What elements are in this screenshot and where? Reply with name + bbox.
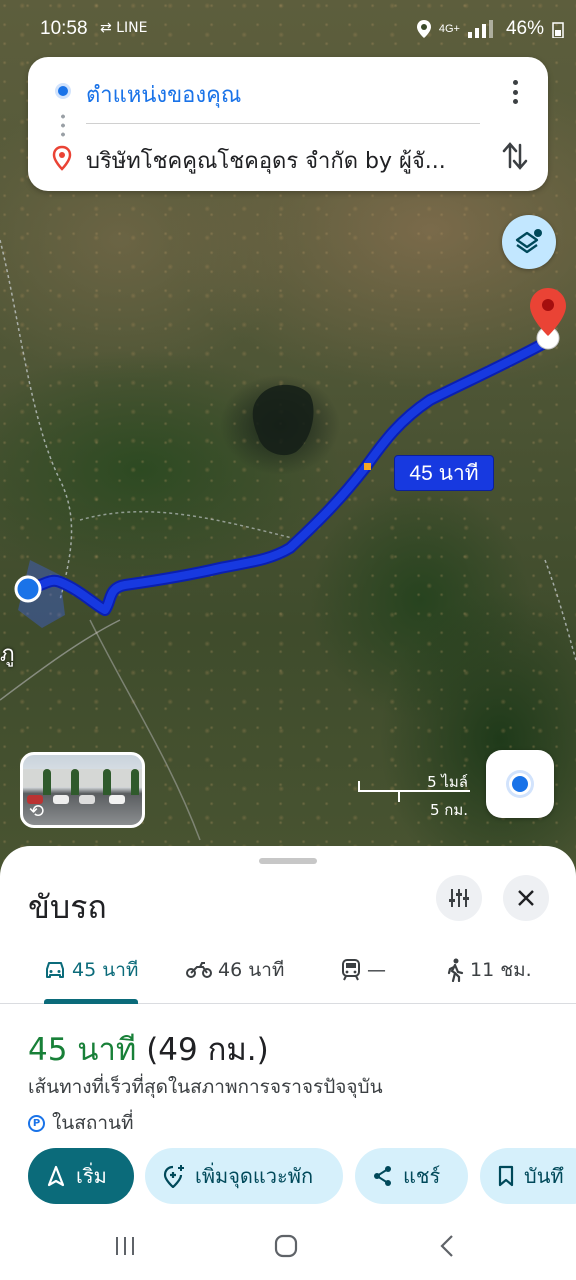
map-scale: 5 ไมล์ 5 กม. bbox=[356, 766, 472, 819]
start-button[interactable]: เริ่ม bbox=[28, 1148, 134, 1204]
street-view-rotate-icon: ⟲ bbox=[29, 801, 45, 822]
my-location-icon bbox=[512, 776, 528, 792]
save-button[interactable]: บันทึ bbox=[480, 1148, 576, 1204]
add-stop-label: เพิ่มจุดแวะพัก bbox=[195, 1164, 314, 1188]
more-vert-icon[interactable] bbox=[502, 77, 528, 107]
location-status-icon bbox=[416, 20, 431, 38]
origin-field[interactable]: ตำแหน่งของคุณ bbox=[86, 77, 241, 112]
route-options-button[interactable] bbox=[436, 875, 482, 921]
sheet-handle[interactable] bbox=[259, 858, 317, 864]
parking-label: ในสถานที่ bbox=[52, 1112, 134, 1134]
save-label: บันทึ bbox=[524, 1164, 564, 1188]
layers-icon bbox=[515, 229, 542, 254]
parking-icon: P bbox=[28, 1114, 45, 1132]
route-dots bbox=[61, 112, 65, 138]
tab-transit[interactable]: — bbox=[341, 948, 386, 992]
scale-km: 5 กม. bbox=[429, 801, 468, 819]
close-icon bbox=[518, 890, 534, 906]
my-location-button[interactable] bbox=[486, 750, 554, 818]
status-right: 4G+ 46% bbox=[416, 18, 564, 40]
share-button[interactable]: แชร์ bbox=[355, 1148, 468, 1204]
status-notification-icons: ⇄ LINE bbox=[100, 20, 148, 36]
car-icon bbox=[46, 962, 64, 978]
route-description: เส้นทางที่เร็วที่สุดในสภาพการจราจรปัจจุบ… bbox=[28, 1076, 383, 1098]
destination-pin-icon bbox=[52, 145, 72, 171]
add-stop-button[interactable]: เพิ่มจุดแวะพัก bbox=[145, 1148, 343, 1204]
route-distance: (49 กม.) bbox=[146, 1032, 269, 1068]
home-icon bbox=[274, 1234, 298, 1258]
share-label: แชร์ bbox=[403, 1164, 441, 1188]
back-icon bbox=[440, 1235, 453, 1257]
street-view-thumbnail[interactable]: ⟲ bbox=[20, 752, 145, 828]
battery-level: 46% bbox=[505, 18, 544, 39]
tab-walk[interactable]: 11 ชม. bbox=[446, 948, 532, 992]
battery-icon bbox=[552, 22, 564, 38]
route-time: 45 นาที bbox=[28, 1032, 137, 1068]
status-bar: 10:58 ⇄ LINE 4G+ 46% bbox=[0, 0, 576, 60]
navigation-arrow-icon bbox=[47, 1165, 65, 1187]
close-button[interactable] bbox=[503, 875, 549, 921]
status-time: 10:58 bbox=[40, 18, 88, 39]
system-nav-bar bbox=[0, 1210, 576, 1280]
swap-icon[interactable] bbox=[502, 141, 528, 171]
network-label: 4G+ bbox=[438, 23, 460, 35]
destination-pin-icon bbox=[530, 288, 566, 336]
route-summary[interactable]: 45 นาที (49 กม.) bbox=[28, 1024, 269, 1074]
divider bbox=[86, 123, 480, 124]
origin-dot-icon bbox=[55, 83, 71, 99]
map-view[interactable]: 10:58 ⇄ LINE 4G+ 46% ตำแหน่งของคุณ บริษั… bbox=[0, 0, 576, 900]
start-label: เริ่ม bbox=[76, 1164, 107, 1188]
tab-motorcycle[interactable]: 46 นาที bbox=[186, 948, 284, 992]
bookmark-icon bbox=[498, 1165, 514, 1187]
motorcycle-icon bbox=[186, 962, 212, 978]
recent-apps-button[interactable] bbox=[110, 1232, 140, 1260]
route-eta-label[interactable]: 45 นาที bbox=[394, 455, 494, 491]
add-location-icon bbox=[163, 1165, 184, 1188]
city-label: ภู bbox=[0, 642, 15, 667]
back-button[interactable] bbox=[432, 1232, 462, 1260]
layers-button[interactable] bbox=[502, 215, 556, 269]
signal-icon bbox=[467, 20, 493, 38]
recent-apps-icon bbox=[116, 1237, 134, 1255]
tab-motorcycle-label: 46 นาที bbox=[218, 959, 285, 981]
tab-walk-label: 11 ชม. bbox=[470, 959, 532, 981]
tune-icon bbox=[449, 889, 469, 907]
sheet-title: ขับรถ bbox=[28, 888, 107, 926]
home-button[interactable] bbox=[271, 1232, 301, 1260]
share-icon bbox=[374, 1166, 391, 1186]
parking-info: P ในสถานที่ bbox=[28, 1108, 134, 1138]
train-icon bbox=[342, 959, 360, 981]
destination-field[interactable]: บริษัทโชคคูณโชคอุดร จำกัด by ผู้จั... bbox=[86, 143, 474, 178]
tab-car-label: 45 นาที bbox=[72, 959, 139, 981]
walk-icon bbox=[447, 958, 464, 982]
action-buttons: เริ่ม เพิ่มจุดแวะพัก แชร์ บันทึ bbox=[0, 1148, 576, 1206]
travel-mode-tabs: 45 นาที 46 นาที — 11 ชม. bbox=[0, 940, 576, 1004]
active-tab-indicator bbox=[44, 999, 138, 1004]
tab-car[interactable]: 45 นาที bbox=[44, 948, 138, 992]
directions-card: ตำแหน่งของคุณ บริษัทโชคคูณโชคอุดร จำกัด … bbox=[28, 57, 548, 191]
tab-transit-label: — bbox=[367, 959, 386, 981]
